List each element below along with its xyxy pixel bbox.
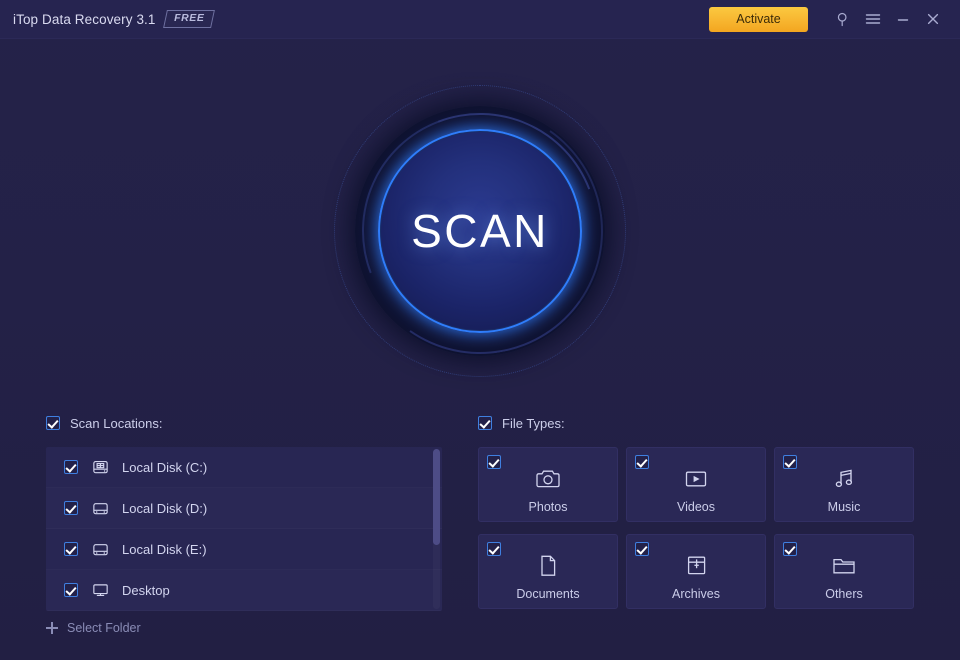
file-type-checkbox[interactable] [783, 455, 797, 469]
free-badge: FREE [163, 10, 215, 28]
archive-box-icon [685, 551, 708, 581]
file-type-label: Videos [677, 500, 715, 514]
scan-locations-select-all-checkbox[interactable] [46, 416, 60, 430]
select-folder-label: Select Folder [67, 621, 141, 635]
bottom-section: Scan Locations: [0, 405, 960, 660]
location-checkbox[interactable] [64, 542, 78, 556]
file-type-label: Music [828, 500, 861, 514]
list-item[interactable]: Desktop [46, 570, 442, 611]
file-type-checkbox[interactable] [487, 542, 501, 556]
file-type-card-archives[interactable]: Archives [626, 534, 766, 609]
scan-button[interactable]: SCAN [381, 132, 579, 330]
document-page-icon [537, 551, 559, 581]
scrollbar-thumb[interactable] [433, 449, 440, 545]
file-type-label: Photos [529, 500, 568, 514]
file-type-label: Documents [516, 587, 579, 601]
location-checkbox[interactable] [64, 501, 78, 515]
scan-locations-scrollbar[interactable] [433, 449, 440, 609]
file-type-card-music[interactable]: Music [774, 447, 914, 522]
select-folder-button[interactable]: Select Folder [46, 621, 166, 635]
scan-locations-list: Local Disk (C:) Local Disk (D:) [46, 447, 442, 611]
minimize-icon[interactable] [888, 4, 918, 34]
file-types-grid: Photos Videos [478, 447, 914, 609]
file-types-panel: File Types: Photos [478, 413, 914, 609]
list-item[interactable]: Local Disk (E:) [46, 529, 442, 570]
list-item[interactable]: Local Disk (C:) [46, 447, 442, 488]
file-type-card-documents[interactable]: Documents [478, 534, 618, 609]
file-types-header: File Types: [478, 413, 914, 433]
folder-icon [831, 551, 857, 581]
list-item[interactable]: Local Disk (D:) [46, 488, 442, 529]
app-window: iTop Data Recovery 3.1 FREE Activate [0, 0, 960, 660]
file-type-checkbox[interactable] [487, 455, 501, 469]
hard-disk-icon [90, 539, 110, 559]
scan-locations-header: Scan Locations: [46, 413, 442, 433]
plus-icon [46, 622, 58, 634]
scan-locations-label: Scan Locations: [70, 416, 163, 431]
activate-button[interactable]: Activate [709, 7, 808, 32]
search-icon[interactable] [828, 4, 858, 34]
hard-disk-icon [90, 498, 110, 518]
file-type-card-photos[interactable]: Photos [478, 447, 618, 522]
scan-button-label: SCAN [411, 204, 549, 258]
close-icon[interactable] [918, 4, 948, 34]
title-bar: iTop Data Recovery 3.1 FREE Activate [0, 0, 960, 39]
camera-icon [535, 464, 561, 494]
hamburger-menu-icon[interactable] [858, 4, 888, 34]
location-name: Local Disk (D:) [122, 501, 207, 516]
location-name: Desktop [122, 583, 170, 598]
file-type-label: Others [825, 587, 863, 601]
file-types-select-all-checkbox[interactable] [478, 416, 492, 430]
file-type-card-videos[interactable]: Videos [626, 447, 766, 522]
title-bar-right: Activate [709, 4, 960, 34]
monitor-icon [90, 580, 110, 600]
file-type-checkbox[interactable] [783, 542, 797, 556]
location-checkbox[interactable] [64, 583, 78, 597]
location-name: Local Disk (E:) [122, 542, 207, 557]
music-note-icon [832, 464, 856, 494]
scan-button-area: SCAN [330, 78, 630, 383]
free-badge-label: FREE [174, 12, 204, 25]
app-title: iTop Data Recovery 3.1 [13, 12, 156, 27]
location-name: Local Disk (C:) [122, 460, 207, 475]
file-types-label: File Types: [502, 416, 565, 431]
file-type-checkbox[interactable] [635, 542, 649, 556]
system-disk-icon [90, 457, 110, 477]
file-type-card-others[interactable]: Others [774, 534, 914, 609]
file-type-checkbox[interactable] [635, 455, 649, 469]
file-type-label: Archives [672, 587, 720, 601]
scan-locations-panel: Scan Locations: [46, 413, 442, 635]
video-play-icon [683, 464, 709, 494]
title-bar-left: iTop Data Recovery 3.1 FREE [0, 10, 213, 28]
location-checkbox[interactable] [64, 460, 78, 474]
